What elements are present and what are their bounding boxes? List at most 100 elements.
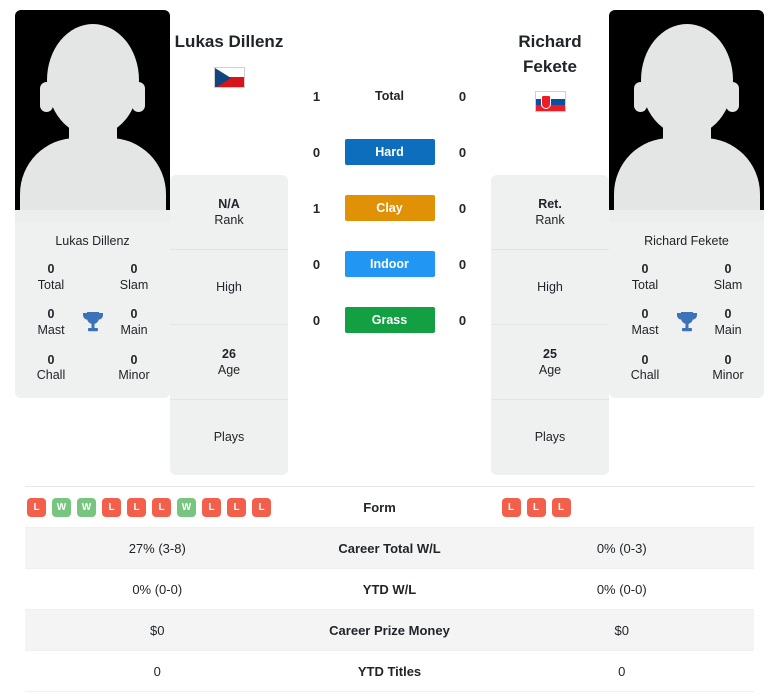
left-age-label: Age — [217, 363, 241, 377]
right-player-name-block: Richard Fekete — [491, 10, 609, 175]
h2h-clay-right-score: 0 — [458, 200, 467, 216]
right-info-card: Ret. Rank High 25 Age Plays — [491, 175, 609, 475]
right-slam-label: Slam — [713, 277, 743, 292]
titles-row-3: 0 Chall 0 Minor — [23, 353, 162, 384]
left-chall-label: Chall — [36, 368, 66, 383]
form-badge[interactable]: L — [227, 497, 246, 517]
row-label: Career Total W/L — [338, 540, 441, 556]
h2h-hard-label[interactable]: Hard — [344, 139, 435, 165]
right-minor-value: 0 — [724, 352, 732, 367]
right-player-name[interactable]: Richard Fekete — [518, 30, 581, 79]
right-age-cell: 25 Age — [491, 325, 609, 400]
avatar-ear-right — [726, 82, 739, 112]
right-plays-label: Plays — [534, 430, 566, 445]
right-chall-titles: 0 Chall — [617, 353, 673, 384]
form-badge[interactable]: L — [152, 497, 171, 517]
h2h-row-indoor: 0 Indoor 0 — [288, 236, 491, 292]
left-rank-cell: N/A Rank — [170, 175, 288, 250]
right-high-label: High — [537, 279, 563, 294]
form-badge[interactable]: L — [127, 497, 146, 517]
right-player-column: Richard Fekete 0 Total 0 Slam 0 Mast 0 M… — [609, 10, 764, 398]
left-titles-card: Lukas Dillenz 0 Total 0 Slam 0 Mast 0 Ma… — [15, 222, 170, 398]
h2h-clay-label[interactable]: Clay — [344, 195, 435, 221]
h2h-clay-left-score: 1 — [312, 200, 321, 216]
row-left-value: 0 — [153, 663, 161, 679]
h2h-row-total: 1 Total 0 — [288, 68, 491, 124]
h2h-grass-label[interactable]: Grass — [344, 307, 435, 333]
form-badge[interactable]: L — [551, 497, 571, 517]
trophy-icon — [674, 308, 700, 338]
left-titles-grid: 0 Total 0 Slam 0 Mast 0 Main 0 Chall 0 M… — [15, 262, 170, 384]
h2h-grass-right-score: 0 — [458, 312, 467, 328]
left-main-value: 0 — [130, 307, 138, 322]
avatar-shoulders — [19, 138, 166, 210]
right-minor-titles: 0 Minor — [700, 353, 756, 384]
left-rank-value: N/A — [218, 196, 240, 211]
left-player-name[interactable]: Lukas Dillenz — [175, 30, 284, 55]
avatar-head — [46, 24, 139, 136]
row-left-value: LWWLLLWLLL — [25, 497, 280, 517]
form-badge[interactable]: L — [27, 497, 46, 517]
row-left-value: 0% (0-0) — [132, 581, 183, 597]
left-mast-value: 0 — [47, 307, 55, 322]
avatar-shoulders — [613, 138, 760, 210]
left-info-card: N/A Rank High 26 Age Plays — [170, 175, 288, 475]
form-badge[interactable]: L — [102, 497, 121, 517]
form-badge[interactable]: L — [252, 497, 271, 517]
left-slam-titles: 0 Slam — [106, 262, 162, 293]
row-right-value: 0% (0-0) — [596, 581, 647, 597]
right-plays-cell: Plays — [491, 400, 609, 475]
left-player-info-column: Lukas Dillenz N/A Rank High 26 Age Plays — [170, 10, 288, 475]
top-comparison-area: Lukas Dillenz 0 Total 0 Slam 0 Mast 0 Ma… — [0, 0, 779, 475]
form-badge[interactable]: L — [202, 497, 221, 517]
right-total-value: 0 — [641, 262, 649, 276]
left-minor-titles: 0 Minor — [106, 353, 162, 384]
table-row: 0% (0-0) YTD W/L 0% (0-0) — [25, 569, 754, 610]
h2h-hard-left-score: 0 — [312, 144, 321, 160]
left-slam-value: 0 — [130, 262, 138, 276]
h2h-row-clay: 1 Clay 0 — [288, 180, 491, 236]
h2h-indoor-left-score: 0 — [312, 256, 321, 272]
right-player-photo — [609, 10, 764, 222]
left-card-player-name: Lukas Dillenz — [55, 234, 130, 248]
h2h-indoor-right-score: 0 — [458, 256, 467, 272]
row-right-value: LLL — [480, 497, 755, 517]
left-main-titles: 0 Main — [106, 307, 162, 338]
form-badge[interactable]: W — [77, 497, 96, 517]
right-main-value: 0 — [724, 307, 732, 322]
titles-row-2: 0 Mast 0 Main — [617, 307, 756, 338]
row-right-value: 0 — [618, 663, 626, 679]
h2h-grass-left-score: 0 — [312, 312, 321, 328]
comparison-table: L W W L L L W L L L Form L L L 27% (3-8) Career Total W… — [25, 486, 754, 692]
h2h-hard-right-score: 0 — [458, 144, 467, 160]
right-card-player-name: Richard Fekete — [644, 234, 729, 248]
form-badge[interactable]: L — [526, 497, 546, 517]
right-rank-label: Rank — [535, 213, 565, 227]
left-age-cell: 26 Age — [170, 325, 288, 400]
right-mast-titles: 0 Mast — [617, 307, 673, 338]
right-titles-grid: 0 Total 0 Slam 0 Mast 0 Main 0 Chall 0 M… — [609, 262, 764, 384]
h2h-total-right-score: 0 — [458, 88, 467, 104]
table-row: $0 Career Prize Money $0 — [25, 610, 754, 651]
form-badge[interactable]: W — [177, 497, 196, 517]
right-main-label: Main — [714, 322, 742, 337]
form-badge[interactable]: W — [52, 497, 71, 517]
form-badge[interactable]: L — [501, 497, 521, 517]
avatar-ear-left — [634, 82, 647, 112]
h2h-total-label: Total — [375, 89, 404, 103]
right-main-titles: 0 Main — [700, 307, 756, 338]
left-plays-label: Plays — [213, 430, 245, 445]
left-total-titles: 0 Total — [23, 262, 79, 293]
row-label: Form — [363, 499, 396, 515]
avatar-ear-left — [40, 82, 53, 112]
left-player-photo — [15, 10, 170, 222]
left-slam-label: Slam — [119, 277, 149, 292]
table-row: 27% (3-8) Career Total W/L 0% (0-3) — [25, 528, 754, 569]
left-plays-cell: Plays — [170, 400, 288, 475]
right-chall-label: Chall — [630, 368, 660, 383]
right-age-label: Age — [538, 363, 562, 377]
table-row: 0 YTD Titles 0 — [25, 651, 754, 692]
left-high-cell: High — [170, 250, 288, 325]
h2h-indoor-label[interactable]: Indoor — [344, 251, 435, 277]
titles-row-3: 0 Chall 0 Minor — [617, 353, 756, 384]
